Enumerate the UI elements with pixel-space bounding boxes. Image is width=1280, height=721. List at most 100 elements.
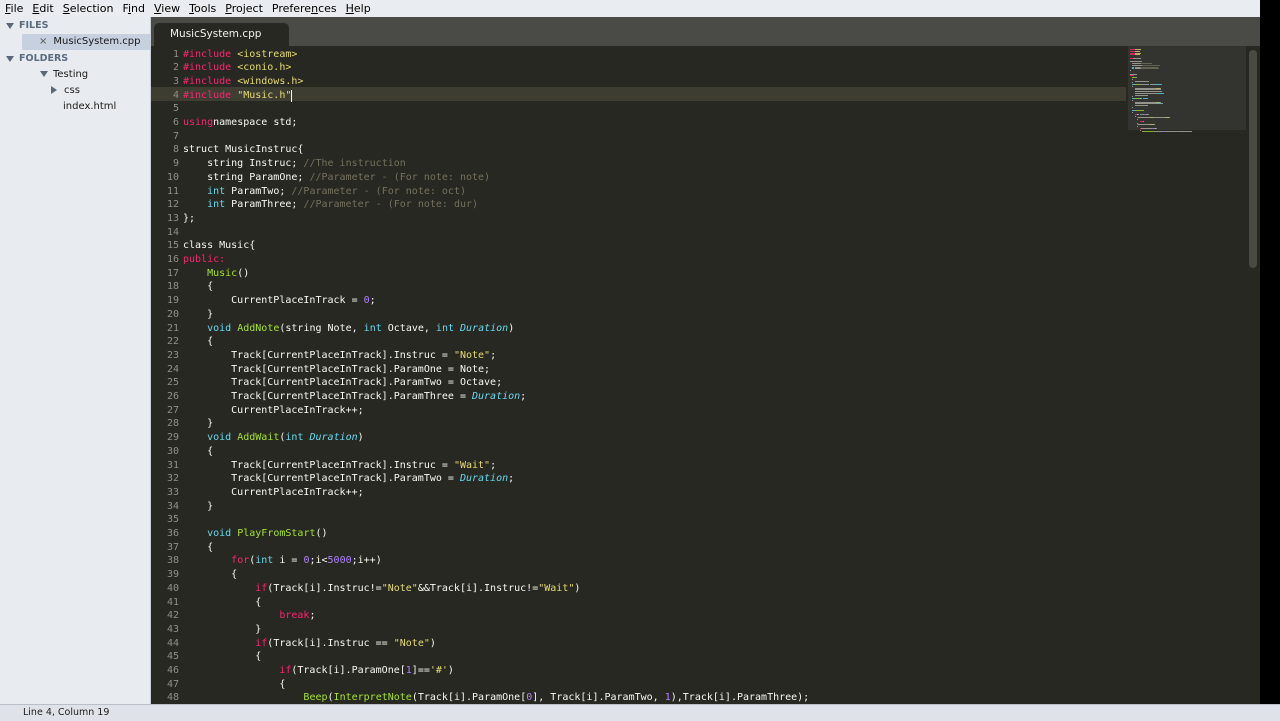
sidebar: FILES × MusicSystem.cpp FOLDERS Testing c… (0, 17, 151, 704)
code-line[interactable]: void PlayFromStart() (183, 527, 327, 541)
open-file-label: MusicSystem.cpp (53, 36, 141, 47)
code-line[interactable]: { (183, 280, 213, 294)
code-line[interactable]: { (183, 541, 213, 555)
menu-help[interactable]: Help (341, 0, 375, 17)
code-line[interactable]: Track[CurrentPlaceInTrack].Instruc = "No… (183, 349, 496, 363)
line-number: 18 (166, 281, 179, 293)
menu-project[interactable]: Project (220, 0, 267, 17)
window-edge (1260, 0, 1280, 720)
code-line[interactable]: Music() (183, 267, 249, 281)
line-number: 12 (166, 199, 179, 211)
line-number: 9 (172, 158, 179, 170)
line-number: 41 (166, 596, 179, 608)
code-line[interactable]: void AddNote(string Note, int Octave, in… (183, 322, 514, 336)
code-line[interactable]: Track[CurrentPlaceInTrack].ParamTwo = Oc… (183, 376, 502, 390)
line-number: 33 (166, 486, 179, 498)
menu-file[interactable]: File (0, 0, 27, 17)
vertical-scrollbar[interactable] (1246, 46, 1260, 704)
code-line[interactable]: CurrentPlaceInTrack++; (183, 404, 363, 418)
line-number: 8 (172, 144, 179, 156)
minimap-line (1140, 127, 1153, 129)
code-line[interactable]: { (183, 568, 237, 582)
line-number: 3 (172, 75, 179, 87)
tab-bar: MusicSystem.cpp (151, 17, 1280, 46)
code-line[interactable]: break; (183, 609, 315, 623)
line-number: 42 (166, 610, 179, 622)
scrollbar-thumb[interactable] (1249, 50, 1257, 268)
line-number: 16 (166, 254, 179, 265)
tab-musicsystem[interactable]: MusicSystem.cpp (154, 23, 289, 46)
code-line[interactable]: if(Track[i].Instruc!="Note"&&Track[i].In… (183, 582, 580, 596)
code-line[interactable]: } (183, 623, 261, 637)
code-line[interactable]: string ParamOne; //Parameter - (For note… (183, 171, 490, 185)
code-line[interactable]: if(Track[i].Instruc == "Note") (183, 637, 436, 651)
line-number: 7 (172, 130, 179, 142)
folder-collapsed-arrow-icon (51, 86, 57, 94)
code-line[interactable]: { (183, 445, 213, 459)
code-line[interactable]: }; (183, 212, 195, 226)
file-item-index[interactable]: index.html (63, 99, 116, 115)
line-number: 46 (166, 665, 179, 676)
code-line[interactable]: void AddWait(int Duration) (183, 431, 364, 445)
code-line[interactable]: int ParamTwo; //Parameter - (For note: o… (183, 185, 466, 199)
code-line[interactable]: { (183, 335, 213, 349)
minimap-line (1138, 117, 1150, 119)
minimap-line (1134, 94, 1148, 96)
code-line[interactable]: int ParamThree; //Parameter - (For note:… (183, 198, 478, 212)
folders-section-header[interactable]: FOLDERS (6, 51, 68, 67)
close-icon[interactable]: × (39, 36, 47, 47)
menu-edit[interactable]: Edit (27, 0, 57, 17)
code-line[interactable]: if(Track[i].ParamOne[1]=='#') (183, 664, 454, 678)
line-number: 35 (166, 514, 179, 526)
minimap-line (1135, 110, 1144, 112)
code-line[interactable]: Track[CurrentPlaceInTrack].Instruc = "Wa… (183, 459, 496, 473)
minimap-line (1139, 129, 1141, 131)
code-line[interactable]: Beep(InterpretNote(Track[i].ParamOne[0],… (183, 691, 809, 704)
code-line[interactable]: { (183, 650, 261, 664)
open-file-item[interactable]: × MusicSystem.cpp (22, 34, 150, 50)
menu-selection[interactable]: Selection (58, 0, 118, 17)
code-line[interactable]: public: (183, 253, 225, 267)
code-line[interactable]: Track[CurrentPlaceInTrack].ParamOne = No… (183, 363, 490, 377)
menu-preferences[interactable]: Preferences (267, 0, 341, 17)
code-line[interactable]: usingnamespace std; (183, 116, 297, 130)
line-number: 2 (172, 62, 179, 74)
files-section-header[interactable]: FILES (6, 18, 48, 34)
code-editor[interactable]: 1 2 3 4 5 6 7 8 9 10 11 12 13 14 15 16 17 18 19 20 21 22 23 24 2… (151, 46, 1246, 704)
code-line[interactable]: #include "Music.h" (183, 89, 291, 103)
folder-item-testing[interactable]: Testing (40, 67, 88, 83)
minimap-line (1161, 103, 1163, 105)
line-number: 19 (166, 295, 179, 307)
menu-bar: File Edit Selection Find View Tools Project Pre… (0, 0, 1280, 18)
code-line[interactable]: #include <conio.h> (183, 61, 291, 75)
code-line[interactable]: Track[CurrentPlaceInTrack].ParamThree = … (183, 390, 526, 404)
menu-find[interactable]: Find (117, 0, 149, 17)
code-line[interactable]: } (183, 308, 213, 322)
minimap[interactable] (1128, 46, 1246, 704)
minimap-line (1153, 117, 1166, 119)
code-line[interactable]: } (183, 417, 213, 431)
minimap-line (1154, 124, 1155, 126)
menu-tools[interactable]: Tools (184, 0, 220, 17)
minimap-line (1130, 70, 1132, 71)
code-line[interactable]: struct MusicInstruc{ (183, 143, 303, 157)
code-line[interactable]: string Instruc; //The instruction (183, 157, 406, 171)
code-line[interactable]: #include <iostream> (183, 48, 297, 62)
menu-view[interactable]: View (149, 0, 184, 17)
line-number: 5 (172, 103, 179, 115)
code-line[interactable]: #include <windows.h> (183, 75, 303, 89)
code-line[interactable]: for(int i = 0;i<5000;i++) (183, 554, 382, 568)
code-line[interactable]: class Music{ (183, 239, 255, 253)
line-number: 30 (166, 445, 179, 457)
code-line[interactable]: { (183, 678, 285, 692)
folder-item-css[interactable]: css (51, 83, 80, 99)
line-number: 22 (166, 336, 179, 348)
minimap-line (1132, 85, 1133, 87)
line-number: 31 (166, 459, 179, 471)
code-line[interactable]: { (183, 596, 261, 610)
line-number: 44 (166, 637, 179, 649)
code-line[interactable]: Track[CurrentPlaceInTrack].ParamTwo = Du… (183, 472, 514, 486)
code-line[interactable]: } (183, 500, 213, 514)
code-line[interactable]: CurrentPlaceInTrack = 0; (183, 294, 376, 308)
code-line[interactable]: CurrentPlaceInTrack++; (183, 486, 363, 500)
